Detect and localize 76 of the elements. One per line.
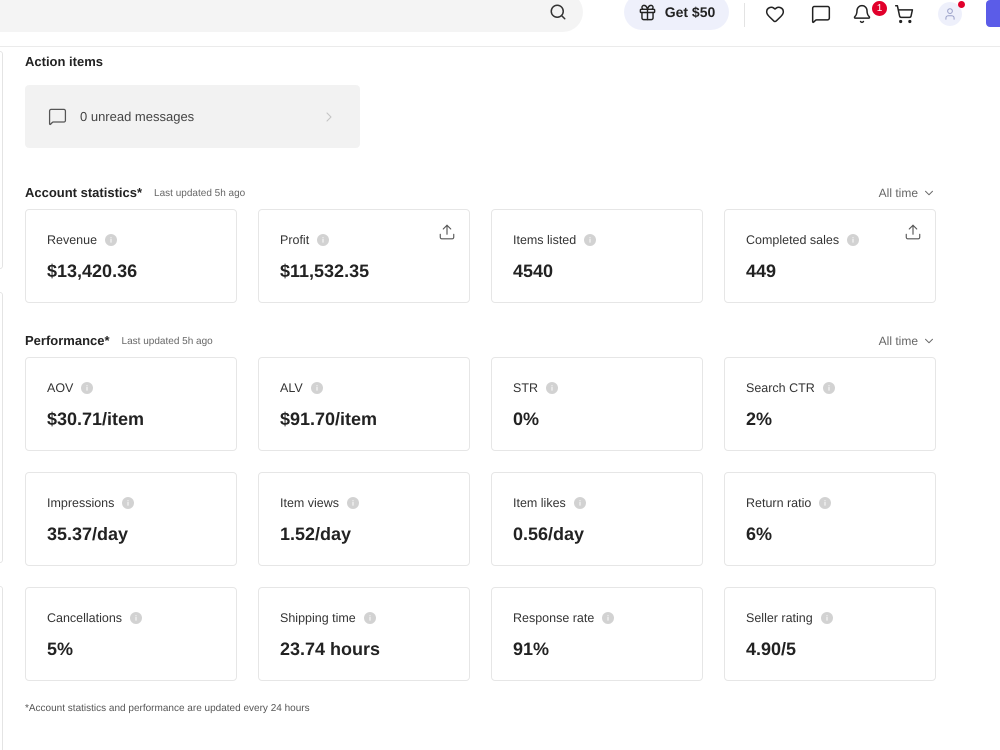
info-icon — [122, 497, 134, 509]
stat-value: $30.71/item — [47, 408, 144, 431]
stat-label: Impressions — [47, 496, 114, 510]
info-icon — [130, 612, 142, 624]
cart-icon — [894, 4, 914, 24]
upload-icon — [904, 223, 922, 241]
footnote: *Account statistics and performance are updated every 24 hours — [25, 702, 310, 716]
info-icon — [584, 234, 596, 246]
stat-value: 0.56/day — [513, 523, 584, 546]
stat-label: Cancellations — [47, 611, 122, 625]
stat-label: Completed sales — [746, 233, 840, 247]
stat-label: Seller rating — [746, 611, 813, 625]
info-icon — [364, 612, 376, 624]
stat-value: 0% — [513, 408, 540, 431]
info-icon — [317, 234, 330, 246]
info-icon — [822, 382, 835, 394]
info-icon — [602, 612, 614, 624]
export-button[interactable] — [903, 222, 923, 242]
cart-button[interactable] — [892, 2, 916, 26]
stat-value: 35.37/day — [47, 523, 128, 546]
info-icon — [574, 497, 586, 509]
period-dropdown[interactable]: All time — [878, 186, 936, 200]
info-icon — [819, 497, 832, 509]
last-updated-text: Last updated 5h ago — [122, 336, 213, 346]
info-icon — [847, 234, 860, 246]
stat-label: STR — [513, 381, 538, 395]
info-icon — [546, 382, 558, 394]
stat-value: 5% — [47, 638, 74, 661]
stat-value: $11,532.35 — [280, 260, 370, 283]
stat-label: Return ratio — [746, 496, 812, 510]
stat-value: 6% — [746, 523, 772, 546]
info-icon — [310, 382, 323, 394]
stat-value: 1.52/day — [280, 523, 352, 546]
upload-icon — [438, 223, 456, 241]
search-icon[interactable] — [549, 3, 567, 21]
stat-label: Search CTR — [746, 381, 815, 395]
stat-value: $91.70/item — [280, 408, 378, 431]
info-icon — [347, 497, 360, 509]
stat-value: 449 — [746, 260, 776, 283]
promo-button[interactable]: Get $50 — [624, 0, 729, 30]
section-title: Account statistics* — [25, 185, 142, 201]
period-dropdown[interactable]: All time — [878, 334, 936, 348]
action-item-label: 0 unread messages — [80, 109, 194, 124]
section-title: Action items — [25, 53, 104, 71]
stat-value: 2% — [746, 408, 772, 431]
last-updated-text: Last updated 5h ago — [154, 188, 246, 198]
chat-icon — [48, 107, 67, 126]
chat-icon — [811, 4, 831, 24]
stat-value: $13,420.36 — [47, 260, 138, 283]
info-icon — [820, 612, 833, 624]
heart-icon — [765, 4, 785, 24]
stat-label: Item views — [280, 496, 340, 510]
avatar-button[interactable] — [938, 2, 962, 26]
stat-label: Items listed — [513, 233, 576, 247]
stat-label: ALV — [280, 381, 303, 395]
section-title: Performance* — [25, 333, 110, 349]
export-button[interactable] — [437, 222, 457, 242]
action-item[interactable]: 0 unread messages — [25, 85, 360, 148]
notification-badge: 1 — [872, 1, 887, 16]
gift-icon — [638, 2, 657, 22]
search-field[interactable] — [0, 0, 583, 32]
stat-value: 91% — [513, 638, 550, 661]
stat-label: Revenue — [47, 233, 98, 247]
info-icon — [81, 382, 94, 394]
user-icon — [943, 7, 957, 21]
notifications-button[interactable]: 1 — [852, 1, 887, 26]
stat-value: 4.90/5 — [746, 638, 796, 661]
stat-label: Item likes — [513, 496, 566, 510]
bell-icon — [852, 4, 872, 24]
stat-label: Shipping time — [280, 611, 356, 625]
stat-label: AOV — [47, 381, 74, 395]
stat-label: Profit — [280, 233, 310, 247]
stat-label: Response rate — [513, 611, 594, 625]
stat-value: 23.74 hours — [280, 638, 380, 661]
info-icon — [105, 234, 118, 246]
stat-value: 4540 — [513, 260, 554, 283]
